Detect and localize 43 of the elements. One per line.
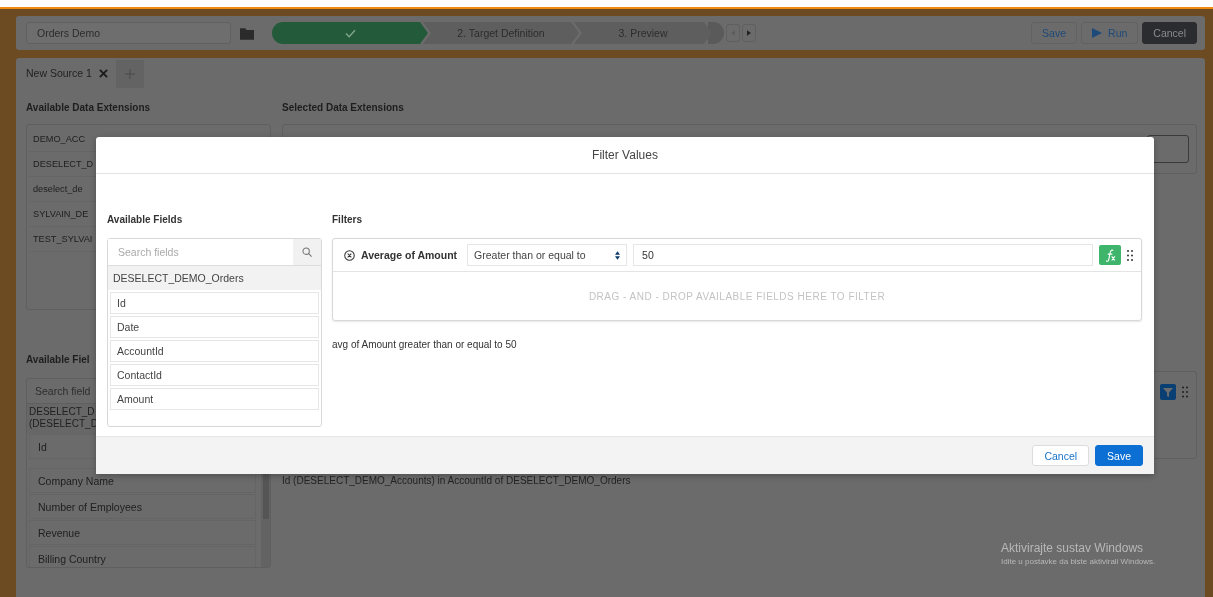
close-icon[interactable] (98, 68, 108, 78)
check-icon (344, 28, 356, 38)
drag-handle-icon[interactable] (1127, 248, 1133, 262)
search-icon (302, 247, 312, 257)
function-icon (1104, 248, 1116, 262)
drop-hint: DRAG - AND - DROP AVAILABLE FIELDS HERE TO FILTER (587, 290, 887, 304)
cancel-button[interactable]: Cancel (1142, 22, 1197, 44)
section-title: Filters (332, 214, 363, 227)
filter-icon[interactable] (1160, 384, 1176, 400)
section-title: Selected Data Extensions (282, 102, 404, 115)
drag-handle-icon[interactable] (1182, 386, 1188, 398)
field-item[interactable]: Id (110, 292, 319, 314)
caret-right-icon (747, 30, 751, 36)
save-button[interactable]: Save (1095, 445, 1143, 466)
section-title: Available Fiel (26, 354, 90, 367)
field-item[interactable]: Date (110, 316, 319, 338)
search-button[interactable] (293, 239, 321, 265)
field-item[interactable]: AccountId (110, 340, 319, 362)
operator-dropdown[interactable]: Greater than or equal to (467, 244, 628, 266)
list-item[interactable]: Revenue (29, 520, 256, 545)
group-header: DESELECT_DEMO_Orders (108, 266, 321, 290)
next-button[interactable] (742, 24, 756, 42)
section-title: Available Data Extensions (26, 102, 151, 115)
list-item[interactable]: Number of Employees (29, 494, 256, 519)
value-field[interactable]: 50 (633, 244, 1093, 266)
filter-summary: avg of Amount greater than or equal to 50 (332, 339, 518, 350)
section-title: Available Fields (107, 214, 184, 227)
remove-icon[interactable] (344, 249, 355, 261)
name-field[interactable]: Orders Demo (26, 22, 231, 44)
field-item[interactable]: Amount (110, 388, 319, 410)
activation-title: Aktivirajte sustav Windows (1001, 541, 1145, 555)
play-icon (1092, 28, 1103, 38)
sort-caret-icon (615, 250, 621, 260)
relation-text: Id (DESELECT_DEMO_Accounts) in AccountId of DESELECT_DEMO_Orders (282, 475, 632, 486)
cancel-button[interactable]: Cancel (1032, 445, 1090, 466)
folder-icon[interactable] (240, 26, 254, 40)
activation-text: Idite u postavke da biste aktivirali Windows. (1001, 557, 1156, 566)
field-item[interactable]: ContactId (110, 364, 319, 386)
list-item[interactable]: Billing Country (29, 546, 256, 567)
filter-field-name: Average of Amount (361, 249, 458, 261)
progress-step[interactable] (272, 22, 428, 44)
dialog-title: Filter Values (592, 148, 658, 162)
formula-button[interactable] (1099, 245, 1121, 265)
